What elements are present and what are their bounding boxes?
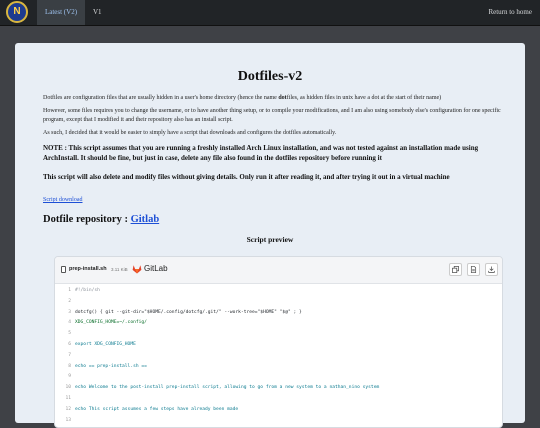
line-content: echo Welcome to the post-install prep-in…: [75, 385, 380, 391]
site-logo[interactable]: N: [6, 1, 28, 23]
raw-file-button[interactable]: [467, 263, 480, 276]
raw-file-icon: [470, 266, 477, 273]
code-line: 1 #!/bin/sh: [55, 288, 502, 299]
code-line: 5: [55, 331, 502, 342]
code-line: 2: [55, 299, 502, 310]
line-content: echo == prep-install.sh ==: [75, 363, 147, 369]
code-viewer-header: prep-install.sh 3.11 KiB GitLab: [55, 257, 502, 284]
line-number: 11: [65, 395, 71, 401]
line-number: 9: [68, 374, 71, 380]
note-delete-warning: This script will also delete and modify …: [43, 173, 450, 181]
line-content: XDG_CONFIG_HOME=~/.config/: [75, 320, 147, 326]
copy-button[interactable]: [449, 263, 462, 276]
intro-text-end: files, as hidden files in unix have a do…: [286, 95, 442, 101]
paragraph-username: However, some files requires you to chan…: [43, 108, 501, 123]
download-icon: [488, 266, 495, 273]
intro-paragraph: Dotfiles are configuration files that ar…: [43, 94, 513, 103]
return-to-home-link[interactable]: Return to home: [488, 0, 532, 25]
repository-label: Dotfile repository :: [43, 214, 131, 225]
line-number: 1: [68, 288, 71, 293]
code-line: 11: [55, 396, 502, 407]
line-number: 13: [65, 417, 71, 423]
gitlab-brand-text[interactable]: GitLab: [144, 264, 168, 273]
paragraph-script-reason: As such, I decided that it would be easi…: [43, 130, 337, 136]
tab-v1[interactable]: V1: [93, 0, 102, 25]
line-number: 2: [68, 298, 71, 304]
line-content: export XDG_CONFIG_HOME: [75, 341, 136, 347]
line-number: 5: [68, 331, 71, 337]
line-number: 8: [68, 363, 71, 369]
logo-letter: N: [13, 6, 21, 17]
line-content: dotcfg() { git --git-dir="$HOME/.config/…: [75, 309, 302, 315]
gitlab-logo-icon: [132, 265, 142, 274]
line-content: echo This script assumes a few steps hav…: [75, 406, 239, 412]
code-listing: 1 #!/bin/sh 2 3 dotcfg() { git --git-dir="$H…: [55, 288, 502, 427]
intro-text-bold: dot: [278, 95, 287, 101]
script-preview-heading: Script preview: [246, 235, 294, 244]
top-navigation-bar: N Latest (V2) V1 Return to home: [0, 0, 540, 26]
file-size: 3.11 KiB: [111, 267, 128, 272]
line-content: #!/bin/sh: [75, 288, 100, 293]
copy-icon: [452, 266, 459, 273]
code-line: 4 XDG_CONFIG_HOME=~/.config/: [55, 320, 502, 331]
content-card: Dotfiles-v2 Dotfiles are configuration f…: [15, 43, 525, 428]
line-number: 3: [68, 309, 71, 315]
file-icon: [61, 266, 66, 273]
repository-heading: Dotfile repository : Gitlab: [43, 214, 159, 225]
code-line: 6 export XDG_CONFIG_HOME: [55, 342, 502, 353]
code-line: 9: [55, 374, 502, 385]
page-title: Dotfiles-v2: [237, 69, 303, 84]
code-viewer: prep-install.sh 3.11 KiB GitLab 1 #!/bin/…: [54, 256, 503, 428]
code-line: 3 dotcfg() { git --git-dir="$HOME/.config…: [55, 310, 502, 321]
line-number: 4: [68, 320, 71, 326]
script-download-link[interactable]: Script download: [43, 197, 83, 203]
intro-text-start: Dotfiles are configuration files that ar…: [43, 95, 279, 101]
line-number: 6: [68, 341, 71, 347]
code-line: 7: [55, 353, 502, 364]
line-number: 12: [65, 406, 71, 412]
file-name[interactable]: prep-install.sh: [69, 266, 107, 272]
code-line: 8 echo == prep-install.sh ==: [55, 364, 502, 375]
tab-latest-v2[interactable]: Latest (V2): [37, 0, 85, 25]
note-arch-linux: NOTE : This script assumes that you are …: [43, 144, 479, 162]
code-line: 10 echo Welcome to the post-install prep-…: [55, 385, 502, 396]
line-number: 7: [68, 352, 71, 358]
download-button[interactable]: [485, 263, 498, 276]
code-line: 13: [55, 417, 502, 427]
line-number: 10: [65, 385, 71, 391]
gitlab-link[interactable]: Gitlab: [131, 214, 160, 225]
code-line: 12 echo This script assumes a few steps h…: [55, 407, 502, 418]
